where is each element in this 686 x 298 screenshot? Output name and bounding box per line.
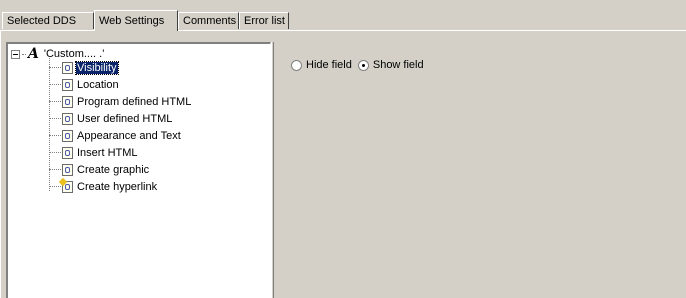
tab-web-settings[interactable]: Web Settings [94, 10, 178, 31]
tab-strip: Selected DDS Web Settings Comments Error… [0, 10, 686, 31]
tree-item-location[interactable]: Location [49, 76, 120, 93]
tree-connector [49, 101, 61, 102]
tree-item-appearance-and-text[interactable]: Appearance and Text [49, 127, 182, 144]
tree-item-label: Appearance and Text [77, 129, 181, 142]
show-field-label[interactable]: Show field [373, 59, 424, 71]
web-setting-icon [62, 78, 73, 91]
tree-connector [49, 169, 61, 170]
tree-item-label: Visibility [75, 60, 119, 75]
hyperlink-icon [62, 180, 73, 193]
pane-splitter[interactable] [271, 42, 274, 298]
web-settings-tree[interactable]: A 'Custom.... .' Visibility Location Pro… [6, 42, 271, 298]
visibility-options: Hide field Show field [291, 59, 430, 71]
tab-selected-dds[interactable]: Selected DDS [2, 12, 94, 29]
tree-connector [49, 186, 61, 187]
collapse-icon[interactable] [11, 49, 20, 59]
show-field-radio[interactable] [357, 59, 369, 71]
web-setting-icon [62, 95, 73, 108]
tree-item-create-hyperlink[interactable]: Create hyperlink [49, 178, 158, 195]
tab-error-list[interactable]: Error list [239, 12, 289, 29]
tree-item-insert-html[interactable]: Insert HTML [49, 144, 139, 161]
tree-item-label: Create graphic [77, 163, 150, 176]
tree-item-label: Create hyperlink [77, 180, 158, 193]
tree-item-label: Insert HTML [77, 146, 138, 159]
web-setting-icon [62, 146, 73, 159]
web-setting-icon [62, 112, 73, 125]
tree-connector [49, 118, 61, 119]
tree-item-label: Location [77, 78, 119, 91]
tree-item-label: Program defined HTML [77, 95, 192, 108]
tree-item-label: User defined HTML [77, 112, 173, 125]
hide-field-label[interactable]: Hide field [306, 59, 352, 71]
tree-item-visibility[interactable]: Visibility [49, 59, 119, 76]
web-setting-icon [62, 163, 73, 176]
tree-item-user-defined-html[interactable]: User defined HTML [49, 110, 173, 127]
tree-item-program-defined-html[interactable]: Program defined HTML [49, 93, 192, 110]
hide-field-radio[interactable] [291, 59, 302, 71]
tree-connector [49, 84, 61, 85]
tree-connector [22, 53, 26, 55]
text-a-icon: A [28, 46, 39, 62]
tab-comments[interactable]: Comments [178, 12, 239, 29]
tree-connector [49, 152, 61, 153]
tree-connector [49, 135, 61, 136]
tree-item-create-graphic[interactable]: Create graphic [49, 161, 150, 178]
tree-connector [49, 67, 61, 68]
web-setting-icon [62, 129, 73, 142]
web-setting-icon [62, 61, 73, 74]
